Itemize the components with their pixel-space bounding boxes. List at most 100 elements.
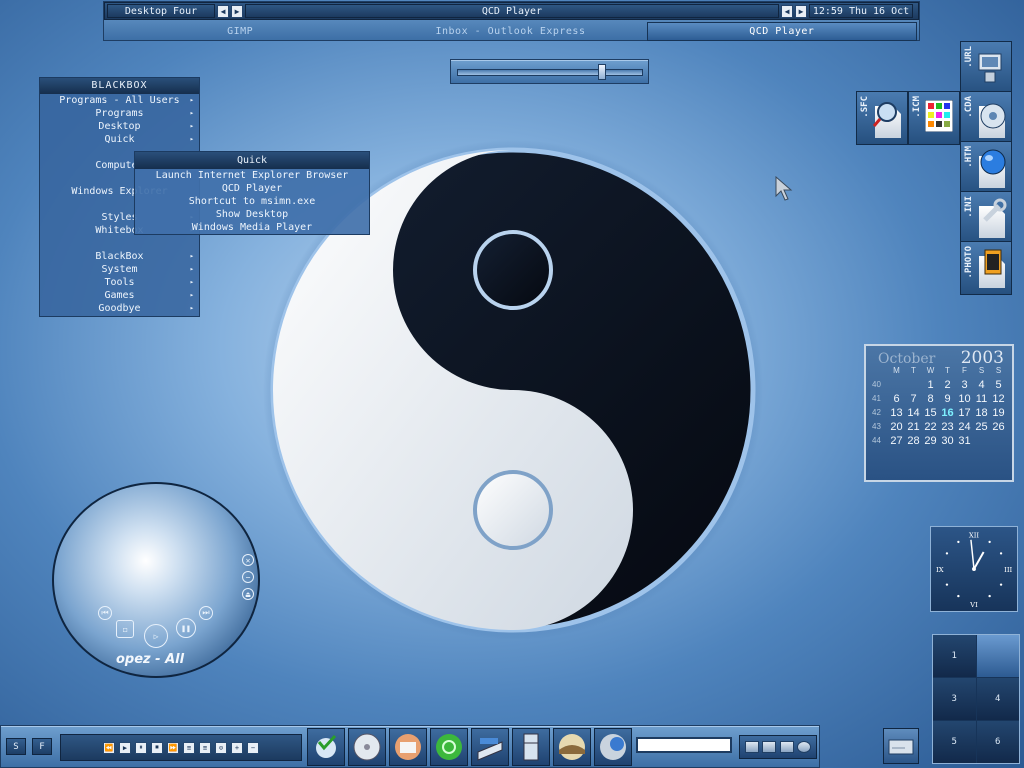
sfc-file-icon[interactable]: .SFC [856, 91, 908, 145]
window-next-button[interactable]: ▶ [795, 4, 807, 18]
calendar-day[interactable]: 19 [990, 406, 1007, 420]
menu-item-programs[interactable]: Programs ▸ [40, 107, 199, 120]
calendar-day[interactable]: 29 [922, 434, 939, 448]
calendar-day[interactable]: 2 [939, 378, 956, 392]
bottom-f-button[interactable]: F [32, 738, 52, 755]
url-file-icon[interactable]: .URL [960, 41, 1012, 95]
calendar-day[interactable]: 17 [956, 406, 973, 420]
transport-button[interactable]: − [247, 741, 259, 754]
app-mail-launcher[interactable] [389, 728, 427, 766]
calendar-day[interactable]: 9 [939, 392, 956, 406]
task-gimp[interactable]: GIMP [106, 22, 374, 41]
transport-button[interactable]: ⏹ [151, 741, 163, 754]
app-dvd-launcher[interactable] [348, 728, 386, 766]
ini-file-icon[interactable]: .INI [960, 191, 1012, 245]
app-fridge-launcher[interactable] [512, 728, 550, 766]
app-green-launcher[interactable] [430, 728, 468, 766]
transport-button[interactable]: ⏩ [167, 741, 179, 754]
calendar-day[interactable]: 23 [939, 420, 956, 434]
menu-item-tools[interactable]: Tools ▸ [40, 276, 199, 289]
menu-item-blackbox[interactable]: BlackBox ▸ [40, 250, 199, 263]
pager-desktop-5[interactable]: 5 [933, 721, 976, 763]
htm-file-icon[interactable]: .HTM [960, 141, 1012, 195]
tray-folder-icon[interactable] [762, 741, 777, 753]
tray-display-icon[interactable] [779, 741, 794, 753]
transport-button[interactable]: ≡ [183, 741, 195, 754]
submenu-item-wmp[interactable]: Windows Media Player [135, 221, 369, 234]
workspace-next-button[interactable]: ▶ [231, 4, 243, 18]
calendar-day[interactable]: 24 [956, 420, 973, 434]
calendar-day[interactable]: 26 [990, 420, 1007, 434]
bottom-command-input[interactable] [636, 737, 732, 753]
calendar-day[interactable]: 21 [905, 420, 922, 434]
pager-desktop-3[interactable]: 3 [933, 678, 976, 720]
submenu-item-qcd-player[interactable]: QCD Player [135, 182, 369, 195]
tray-disc-icon[interactable] [797, 741, 812, 753]
menu-item-programs-all-users[interactable]: Programs - All Users ▸ [40, 94, 199, 107]
calendar-day[interactable]: 3 [956, 378, 973, 392]
menu-item-system[interactable]: System ▸ [40, 263, 199, 276]
photo-file-icon[interactable]: .PHOTO [960, 241, 1012, 295]
hard-drive-button[interactable] [883, 728, 919, 764]
calendar-day[interactable]: 22 [922, 420, 939, 434]
window-prev-button[interactable]: ◀ [781, 4, 793, 18]
submenu-item-launch-ie[interactable]: Launch Internet Explorer Browser [135, 169, 369, 182]
calendar-day[interactable]: 4 [973, 378, 990, 392]
app-scanner-launcher[interactable] [471, 728, 509, 766]
calendar-day[interactable]: 28 [905, 434, 922, 448]
task-qcd-player[interactable]: QCD Player [646, 22, 917, 41]
calendar-day[interactable]: 6 [888, 392, 905, 406]
player-play-button[interactable]: ▷ [144, 624, 168, 648]
player-pause-button[interactable]: ❚❚ [176, 618, 196, 638]
player-previous-button[interactable]: ⏮ [98, 606, 112, 620]
calendar-day[interactable]: 15 [922, 406, 939, 420]
slider-thumb[interactable] [598, 64, 607, 80]
pager-desktop-2[interactable] [976, 635, 1019, 677]
calendar-day[interactable]: 20 [888, 420, 905, 434]
transport-button[interactable]: ⏪ [103, 741, 115, 754]
player-stop-button[interactable]: ◻ [116, 620, 134, 638]
transport-button[interactable]: ⊙ [215, 741, 227, 754]
calendar-day[interactable]: 27 [888, 434, 905, 448]
menu-item-games[interactable]: Games ▸ [40, 289, 199, 302]
workspace-prev-button[interactable]: ◀ [217, 4, 229, 18]
bottom-s-button[interactable]: S [6, 738, 26, 755]
calendar-day[interactable]: 25 [973, 420, 990, 434]
calendar-day[interactable]: 31 [956, 434, 973, 448]
transport-button[interactable]: + [231, 741, 243, 754]
submenu-item-show-desktop[interactable]: Show Desktop [135, 208, 369, 221]
app-search-launcher[interactable] [307, 728, 345, 766]
tray-window-icon[interactable] [744, 741, 759, 753]
calendar-day[interactable]: 30 [939, 434, 956, 448]
calendar-day[interactable]: 13 [888, 406, 905, 420]
menu-item-goodbye[interactable]: Goodbye ▸ [40, 302, 199, 315]
calendar-day[interactable]: 10 [956, 392, 973, 406]
transport-button[interactable]: ≡ [199, 741, 211, 754]
calendar-day[interactable]: 1 [922, 378, 939, 392]
player-eject-button[interactable]: ⏏ [242, 588, 254, 600]
pager-desktop-1[interactable]: 1 [933, 635, 976, 677]
menu-item-desktop[interactable]: Desktop ▸ [40, 120, 199, 133]
app-globe-launcher[interactable] [594, 728, 632, 766]
calendar-day[interactable]: 8 [922, 392, 939, 406]
calendar-day[interactable]: 7 [905, 392, 922, 406]
calendar-day[interactable]: 14 [905, 406, 922, 420]
calendar-day[interactable]: 5 [990, 378, 1007, 392]
calendar-day[interactable]: 11 [973, 392, 990, 406]
app-landscape-launcher[interactable] [553, 728, 591, 766]
icm-file-icon[interactable]: .ICM [908, 91, 960, 145]
cda-file-icon[interactable]: .CDA [960, 91, 1012, 145]
player-next-button[interactable]: ⏭ [199, 606, 213, 620]
calendar-day[interactable]: 12 [990, 392, 1007, 406]
task-outlook-express[interactable]: Inbox - Outlook Express [376, 22, 644, 41]
player-close-button[interactable]: ✕ [242, 554, 254, 566]
calendar-day[interactable]: 18 [973, 406, 990, 420]
volume-slider[interactable] [450, 59, 649, 84]
transport-button[interactable]: ▶ [119, 741, 131, 754]
transport-button[interactable]: ⏸ [135, 741, 147, 754]
pager-desktop-6[interactable]: 6 [976, 721, 1019, 763]
calendar-today[interactable]: 16 [939, 406, 956, 420]
submenu-item-msimn[interactable]: Shortcut to msimn.exe [135, 195, 369, 208]
player-minimize-button[interactable]: − [242, 571, 254, 583]
menu-item-quick[interactable]: Quick ▸ [40, 133, 199, 146]
